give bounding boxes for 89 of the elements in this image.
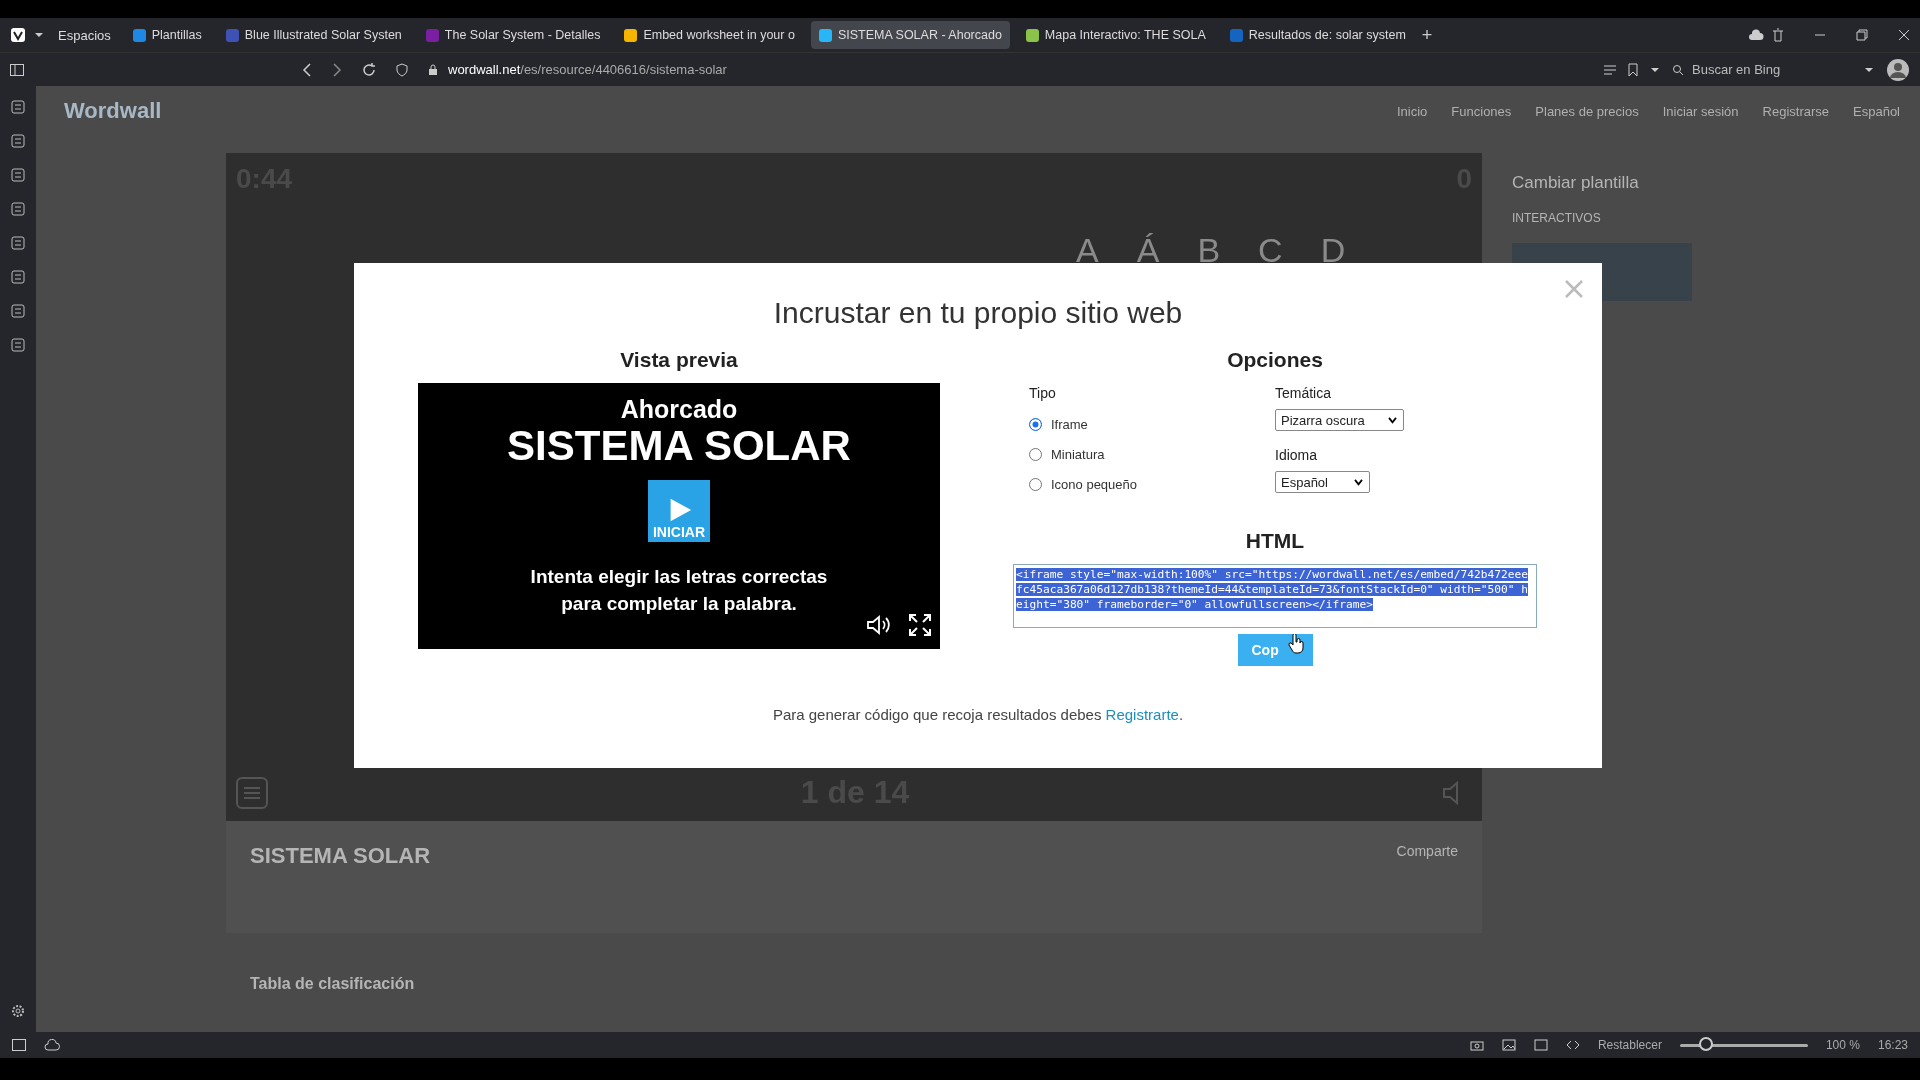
bookmark-icon[interactable] bbox=[1628, 62, 1638, 77]
browser-tab[interactable]: Resultados de: solar system bbox=[1221, 21, 1414, 49]
chevron-down-icon bbox=[1388, 416, 1397, 424]
restore-icon[interactable] bbox=[1856, 29, 1868, 41]
image-icon[interactable] bbox=[1501, 1039, 1516, 1051]
tab-title: Mapa Interactivo: THE SOLA bbox=[1044, 28, 1206, 42]
chevron-down-icon bbox=[1354, 478, 1363, 486]
nav-link[interactable]: Español bbox=[1853, 103, 1900, 119]
reset-zoom-link[interactable]: Restablecer bbox=[1597, 1038, 1662, 1052]
game-instructions: Intenta elegir las letras correctas para completar la palabra. bbox=[529, 565, 829, 616]
activity-title: SISTEMA SOLAR bbox=[250, 843, 431, 870]
search-icon bbox=[1672, 63, 1684, 76]
game-title: SISTEMA SOLAR bbox=[507, 424, 851, 469]
browser-tab[interactable]: Plantillas bbox=[124, 21, 210, 49]
leaderboard-heading: Tabla de clasificación bbox=[250, 975, 416, 993]
reload-icon[interactable] bbox=[362, 62, 376, 77]
camera-icon[interactable] bbox=[1469, 1039, 1484, 1051]
window-icon[interactable] bbox=[1533, 1039, 1548, 1051]
forward-icon[interactable] bbox=[332, 62, 342, 77]
tab-title: The Solar System - Detalles bbox=[444, 28, 601, 42]
settings-icon[interactable] bbox=[11, 1004, 25, 1018]
panel-icon[interactable] bbox=[10, 63, 24, 76]
sidebar-panel-icon[interactable] bbox=[11, 304, 25, 318]
type-label: Tipo bbox=[1029, 385, 1056, 401]
code-icon[interactable] bbox=[1565, 1039, 1580, 1051]
site-logo[interactable]: Wordwall bbox=[64, 98, 162, 124]
register-link[interactable]: Registrarte bbox=[1105, 706, 1179, 723]
theme-dropdown[interactable]: Pizarra oscura bbox=[1275, 409, 1404, 431]
caret-icon[interactable] bbox=[34, 30, 44, 40]
nav-link[interactable]: Planes de precios bbox=[1535, 103, 1639, 119]
zoom-slider[interactable] bbox=[1698, 1036, 1713, 1051]
close-icon[interactable] bbox=[1898, 29, 1910, 41]
options-heading: Opciones bbox=[1226, 348, 1324, 372]
workspaces-button[interactable]: Espacios bbox=[52, 27, 117, 43]
nav-link[interactable]: Registrarse bbox=[1762, 103, 1829, 119]
browser-tab[interactable]: SISTEMA SOLAR - Ahorcado bbox=[810, 21, 1010, 49]
sidebar-panel-icon[interactable] bbox=[11, 338, 25, 352]
sidebar-panel-icon[interactable] bbox=[11, 168, 25, 182]
reader-icon[interactable] bbox=[1604, 64, 1616, 75]
tab-title: Plantillas bbox=[151, 28, 202, 42]
register-note: Para generar código que recoja resultados debes Registrarte. bbox=[771, 706, 1185, 723]
sidebar-panel-icon[interactable] bbox=[11, 270, 25, 284]
sidebar-panel-icon[interactable] bbox=[11, 236, 25, 250]
nav-link[interactable]: Funciones bbox=[1451, 103, 1512, 119]
nav-link[interactable]: Inicio bbox=[1397, 103, 1428, 119]
sidebar-panel-icon[interactable] bbox=[11, 134, 25, 148]
browser-tab[interactable]: Embed worksheet in your o bbox=[616, 21, 803, 49]
clock-time: 16:23 bbox=[1877, 1038, 1908, 1052]
type-radio[interactable]: Iframe bbox=[1029, 409, 1088, 439]
cloud-icon[interactable] bbox=[44, 1039, 60, 1051]
tab-title: Blue Illustrated Solar Systen bbox=[244, 28, 402, 42]
tab-title: Embed worksheet in your o bbox=[643, 28, 795, 42]
zoom-level: 100 % bbox=[1825, 1038, 1860, 1052]
address-field[interactable]: wordwall.net/es/resource/4406616/sistema-solar bbox=[448, 62, 727, 77]
language-label: Idioma bbox=[1275, 447, 1318, 463]
search-field[interactable]: Buscar en Bing bbox=[1672, 61, 1852, 78]
browser-tab[interactable]: Blue Illustrated Solar Systen bbox=[217, 21, 410, 49]
new-tab-icon[interactable]: + bbox=[1421, 24, 1433, 46]
sound-icon[interactable] bbox=[866, 615, 892, 635]
shield-icon bbox=[396, 62, 408, 77]
lock-icon bbox=[428, 63, 438, 76]
browser-tab[interactable]: The Solar System - Detalles bbox=[417, 21, 609, 49]
browser-tab[interactable]: Mapa Interactivo: THE SOLA bbox=[1017, 21, 1214, 49]
hand-cursor-icon bbox=[1288, 634, 1304, 654]
category-label: INTERACTIVOS bbox=[1512, 211, 1602, 225]
browser-logo-icon[interactable] bbox=[10, 27, 26, 43]
type-radio[interactable]: Miniatura bbox=[1029, 439, 1105, 469]
nav-link[interactable]: Iniciar sesión bbox=[1662, 103, 1739, 119]
language-dropdown[interactable]: Español bbox=[1275, 471, 1370, 493]
theme-label: Temática bbox=[1275, 385, 1332, 401]
fullscreen-icon[interactable] bbox=[908, 613, 932, 637]
start-button[interactable]: INICIAR bbox=[648, 480, 710, 543]
sidebar-panel-icon[interactable] bbox=[11, 100, 25, 114]
tab-title: SISTEMA SOLAR - Ahorcado bbox=[837, 28, 1002, 42]
panel-heading: Cambiar plantilla bbox=[1512, 173, 1640, 193]
embed-code-field[interactable]: <iframe style="max-width:100%" src="https://wordwall.net/es/embed/742b472eeefc45aca367a06d127db138?themeId=44&templateId=73&fontStackId=0" width="500" height="380" frameborder="0" allowfullscreen></iframe> bbox=[1013, 564, 1537, 628]
share-link[interactable]: Comparte bbox=[1396, 843, 1458, 911]
type-radio[interactable]: Icono pequeño bbox=[1029, 469, 1138, 499]
dialog-title: Incrustar en tu propio sitio web bbox=[772, 296, 1184, 330]
avatar-icon[interactable] bbox=[1886, 57, 1910, 82]
trash-icon[interactable] bbox=[1772, 28, 1784, 42]
tab-title: Resultados de: solar system bbox=[1248, 28, 1406, 42]
html-heading: HTML bbox=[1244, 529, 1306, 553]
back-icon[interactable] bbox=[302, 62, 312, 77]
preview-heading: Vista previa bbox=[619, 348, 739, 372]
sidebar-panel-icon[interactable] bbox=[11, 202, 25, 216]
panel-icon[interactable] bbox=[12, 1039, 26, 1051]
cloud-icon[interactable] bbox=[1748, 29, 1764, 41]
game-type: Ahorcado bbox=[620, 395, 738, 424]
